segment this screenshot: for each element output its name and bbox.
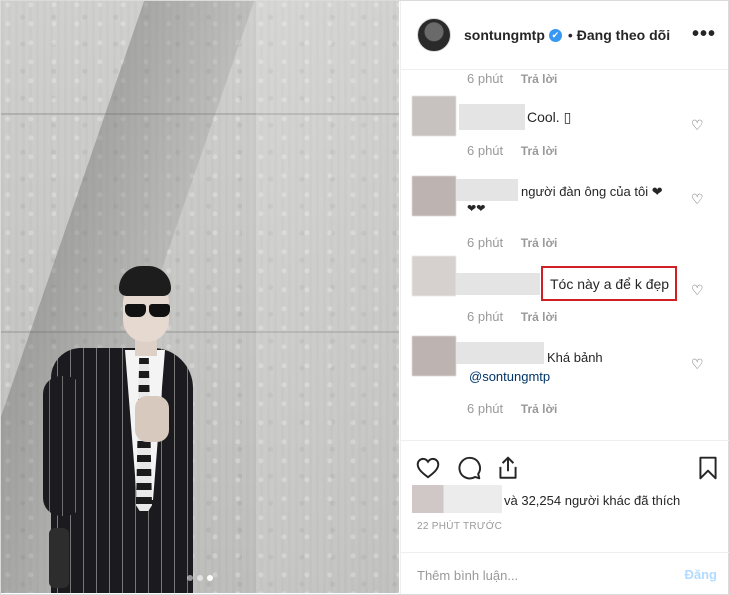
reply-button[interactable]: Trả lời: [521, 236, 558, 250]
verified-badge-icon: ✔: [548, 28, 562, 42]
reply-button[interactable]: Trả lời: [521, 72, 558, 86]
person-figure: [43, 266, 193, 593]
comment-list[interactable]: 6 phút Trả lời Cool. ▯ ♡ 6 phút Trả lời …: [401, 71, 729, 439]
comment-meta: 6 phút Trả lời: [467, 143, 557, 158]
comment-time: 6 phút: [467, 309, 504, 324]
commenter-name-blurred[interactable]: [456, 342, 544, 364]
comment-like-heart-icon[interactable]: ♡: [691, 283, 705, 297]
post-time[interactable]: 22 PHÚT TRƯỚC: [417, 521, 502, 532]
comment-icon[interactable]: [456, 455, 482, 481]
comment-time: 6 phút: [467, 235, 504, 250]
carousel-dot[interactable]: [197, 575, 203, 581]
commenter-avatar[interactable]: [412, 176, 456, 216]
more-options-icon[interactable]: •••: [692, 23, 716, 46]
light-area: [256, 1, 399, 593]
commenter-avatar[interactable]: [412, 96, 456, 136]
comment-text-hearts: ❤❤: [467, 203, 486, 215]
comment-text: Khá bảnh: [547, 350, 603, 365]
username-link[interactable]: sontungmtp: [464, 27, 545, 43]
carousel-dot-active[interactable]: [207, 575, 213, 581]
separator: •: [567, 27, 573, 43]
post-panel: sontungmtp ✔ • Đang theo dõi ••• 6 phút …: [400, 1, 729, 594]
comment-meta: 6 phút Trả lời: [467, 235, 557, 250]
comment-text: Cool. ▯: [527, 109, 572, 125]
reply-button[interactable]: Trả lời: [521, 402, 558, 416]
liker-avatars-blurred[interactable]: [412, 485, 502, 513]
comment-time: 6 phút: [467, 401, 504, 416]
action-bar: và 32,254 người khác đã thích 22 PHÚT TR…: [401, 440, 729, 594]
comment-input[interactable]: [417, 563, 657, 587]
hair: [119, 266, 171, 296]
commenter-avatar[interactable]: [412, 336, 456, 376]
share-icon[interactable]: [495, 455, 521, 481]
carousel-dot[interactable]: [187, 575, 193, 581]
comment-text: người đàn ông của tôi ❤: [521, 184, 663, 199]
likes-count[interactable]: và 32,254 người khác đã thích: [504, 493, 680, 508]
post-header: sontungmtp ✔ • Đang theo dõi •••: [401, 1, 728, 70]
comment-meta: 6 phút Trả lời: [467, 401, 557, 416]
comment-text: Tóc này a để k đẹp: [550, 276, 670, 292]
comment-like-heart-icon[interactable]: ♡: [691, 118, 705, 132]
like-heart-icon[interactable]: [415, 455, 441, 481]
comment-like-heart-icon[interactable]: ♡: [691, 357, 705, 371]
post-photo[interactable]: [1, 1, 399, 593]
commenter-avatar[interactable]: [412, 256, 456, 296]
post-comment-button[interactable]: Đăng: [685, 567, 718, 582]
avatar[interactable]: [417, 18, 451, 52]
comment-meta: 6 phút Trả lời: [467, 71, 557, 86]
comment-time: 6 phút: [467, 71, 504, 86]
comment-like-heart-icon[interactable]: ♡: [691, 192, 705, 206]
add-comment-bar: Đăng: [401, 552, 729, 595]
carousel-dots: [1, 575, 399, 581]
hands: [135, 396, 169, 442]
arm: [43, 376, 83, 516]
reply-button[interactable]: Trả lời: [521, 144, 558, 158]
comment-meta: 6 phút Trả lời: [467, 309, 557, 324]
following-button[interactable]: Đang theo dõi: [577, 27, 670, 43]
reply-button[interactable]: Trả lời: [521, 310, 558, 324]
comment-time: 6 phút: [467, 143, 504, 158]
mention-link[interactable]: @sontungmtp: [469, 369, 550, 384]
commenter-name-blurred[interactable]: [459, 104, 525, 130]
commenter-name-blurred[interactable]: [456, 273, 540, 295]
commenter-name-blurred[interactable]: [456, 179, 518, 201]
sunglasses: [123, 304, 171, 318]
bookmark-icon[interactable]: [695, 455, 721, 481]
